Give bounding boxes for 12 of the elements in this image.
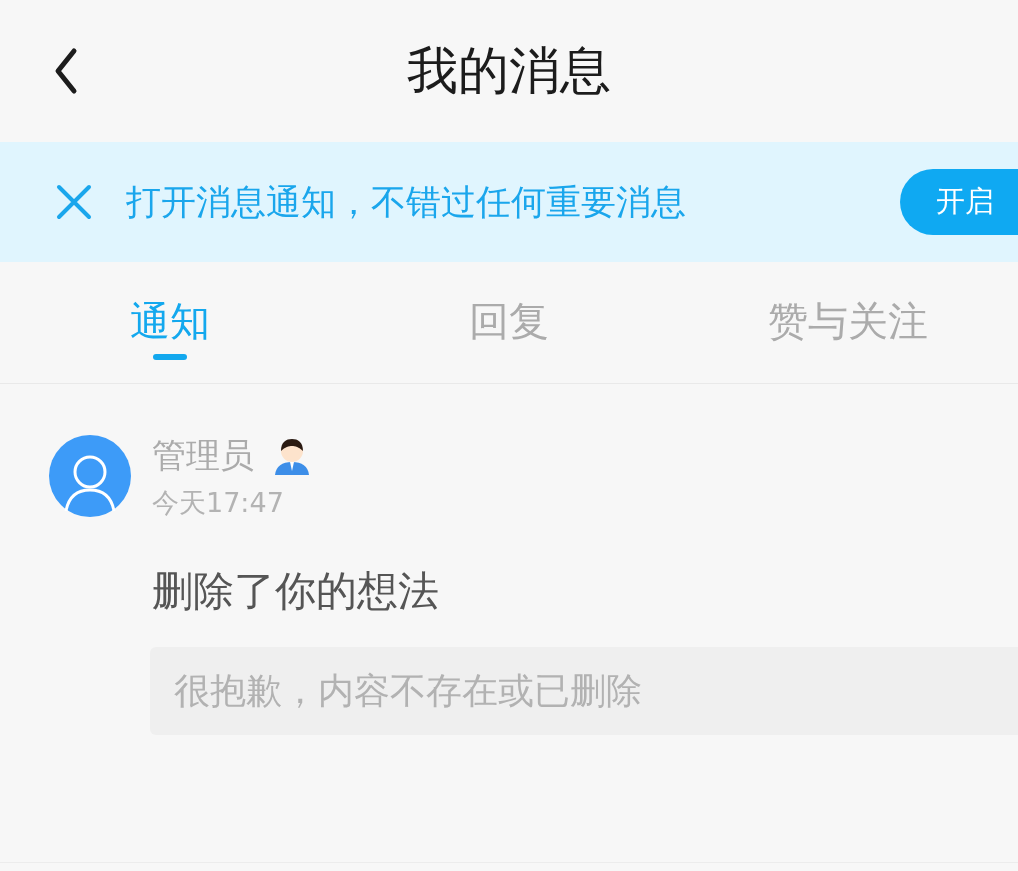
enable-button[interactable]: 开启 (900, 169, 1018, 235)
sender-name: 管理员 (152, 434, 254, 477)
banner-text: 打开消息通知，不错过任何重要消息 (126, 180, 687, 224)
quoted-text: 很抱歉，内容不存在或已删除 (174, 668, 642, 713)
page-title: 我的消息 (407, 41, 611, 101)
tab[interactable]: 赞与关注 (768, 298, 929, 344)
avatar-icon (49, 435, 131, 517)
tab[interactable]: 回复 (469, 298, 549, 344)
message-time: 今天17:47 (152, 486, 285, 520)
tab[interactable]: 通知 (129, 298, 210, 344)
message-content: 删除了你的想法 (152, 567, 440, 615)
tab-indicator (152, 354, 187, 360)
